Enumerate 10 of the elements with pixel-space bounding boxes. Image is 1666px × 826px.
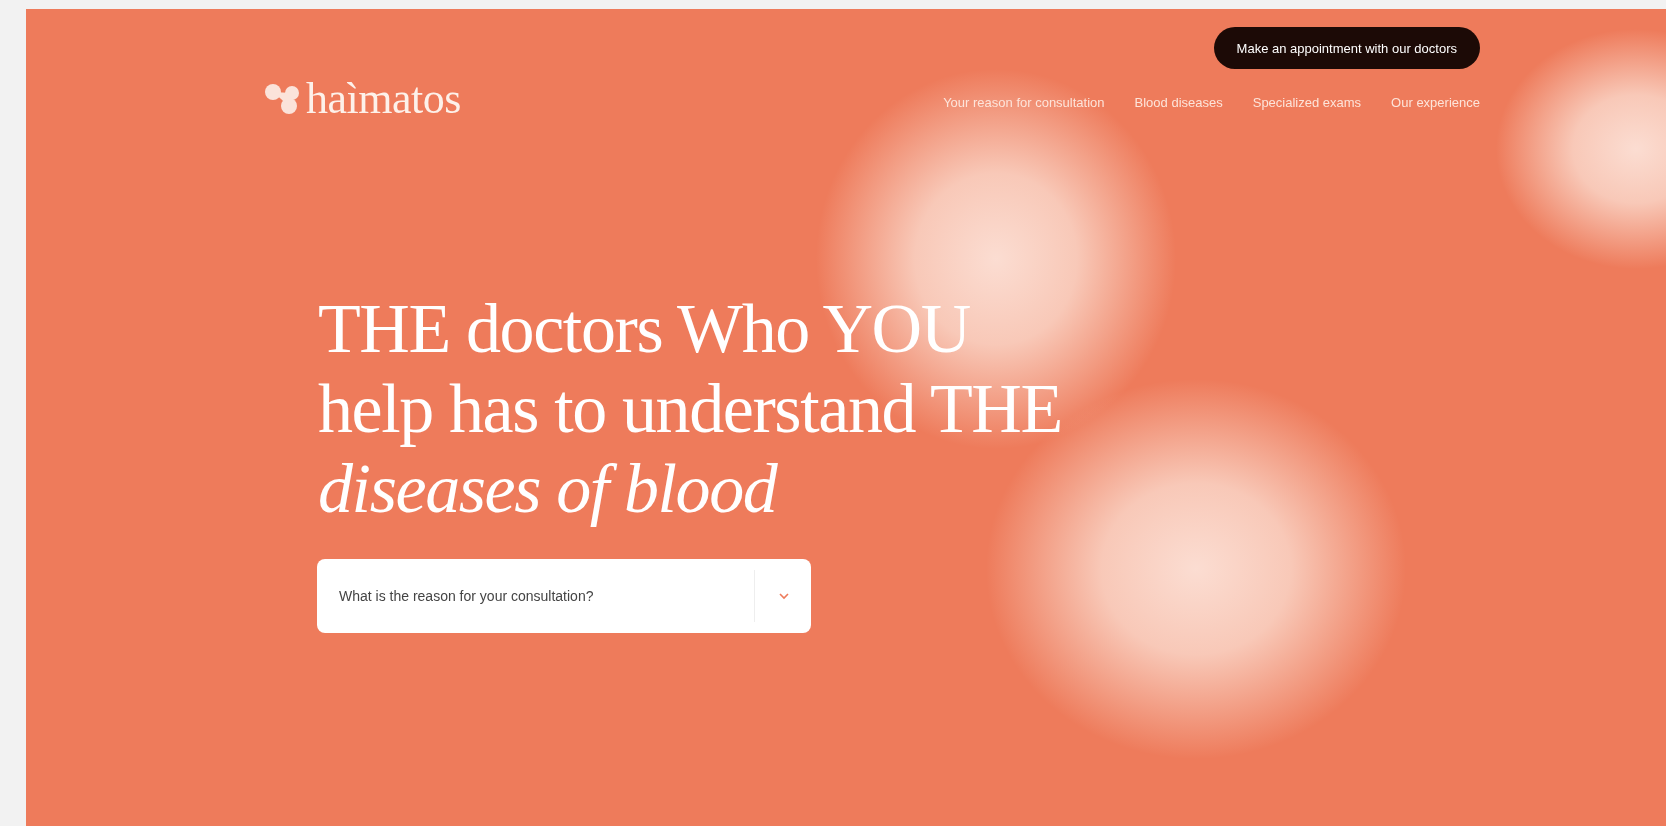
reason-select[interactable]: What is the reason for your consultation? [317, 559, 811, 633]
logo-text: haìmatos [306, 77, 461, 121]
logo-icon [264, 83, 302, 115]
nav-link[interactable]: Our experience [1391, 94, 1480, 110]
nav-link[interactable]: Blood diseases [1134, 94, 1223, 110]
headline: THE doctors Who YOU help has to understand THE diseases of blood [318, 289, 1063, 529]
nav-link[interactable]: Your reason for consultation [943, 94, 1105, 110]
nav-link[interactable]: Specialized exams [1252, 94, 1362, 110]
select-placeholder: What is the reason for your consultation? [339, 588, 595, 604]
appointment-button[interactable]: Make an appointment with our doctors [1213, 27, 1480, 69]
